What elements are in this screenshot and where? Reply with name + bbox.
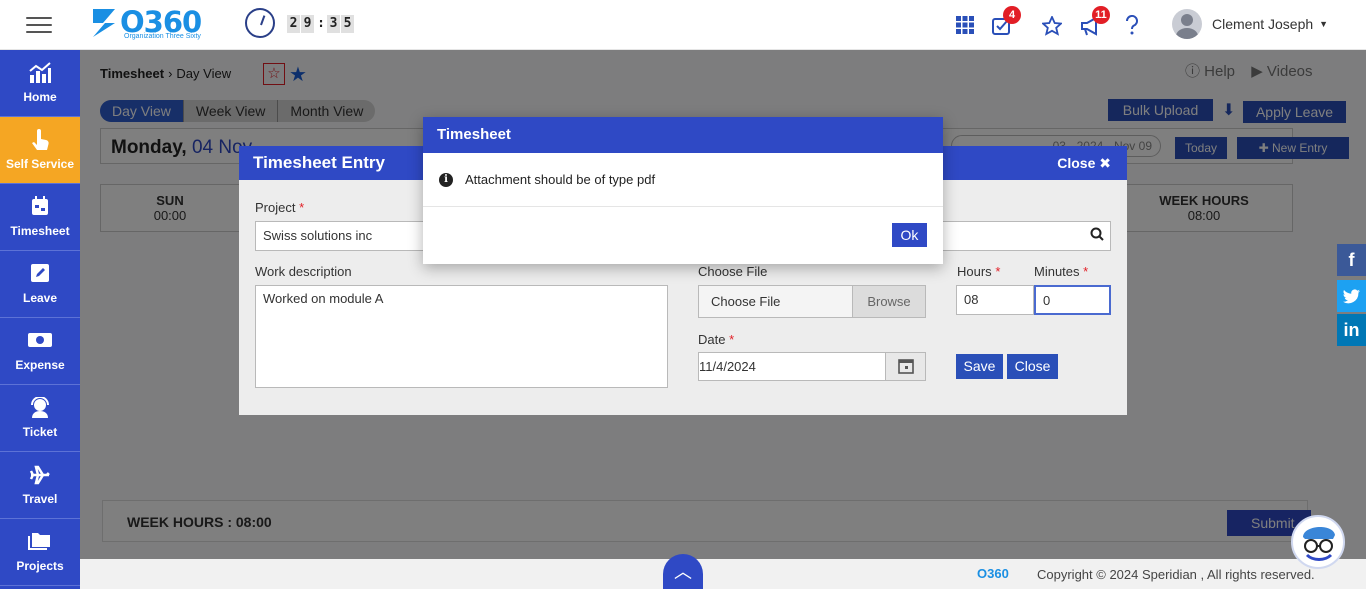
sidebar-item-label: Timesheet: [10, 224, 70, 238]
timer-separator: :: [317, 16, 325, 31]
date-value: 11/4/2024: [699, 359, 756, 374]
favorites-star-icon[interactable]: [1040, 14, 1064, 36]
scroll-up-button[interactable]: ︿: [663, 554, 703, 589]
timer-digit: 9: [301, 15, 314, 33]
minutes-input[interactable]: 0: [1034, 285, 1111, 315]
airplane-icon: [29, 464, 51, 490]
user-menu[interactable]: Clement Joseph ▼: [1172, 9, 1328, 39]
session-timer: 2 9 : 3 5: [287, 15, 355, 33]
money-icon: [27, 330, 53, 356]
sidebar-item-label: Self Service: [5, 157, 75, 171]
timer-digit: 3: [327, 15, 340, 33]
chatbot-avatar-icon[interactable]: [1291, 515, 1345, 569]
project-search-field[interactable]: [939, 221, 1111, 251]
user-name: Clement Joseph: [1212, 16, 1314, 32]
alert-dialog-body: i Attachment should be of type pdf: [423, 153, 943, 207]
app-logo[interactable]: O360 Organization Three Sixty: [90, 7, 202, 43]
twitter-icon[interactable]: [1337, 280, 1366, 312]
sidebar-item-leave[interactable]: Leave: [0, 251, 80, 318]
info-icon: i: [439, 172, 453, 187]
alert-dialog: Timesheet i Attachment should be of type…: [423, 117, 943, 264]
linkedin-icon[interactable]: in: [1337, 314, 1366, 346]
clock-icon: [245, 8, 275, 38]
timer-digit: 2: [287, 15, 300, 33]
folders-icon: [28, 531, 52, 557]
work-description-label: Work description: [255, 264, 352, 279]
work-description-textarea[interactable]: Worked on module A: [255, 285, 668, 388]
sidebar-item-label: Ticket: [22, 425, 58, 439]
tasks-badge: 4: [1003, 6, 1021, 24]
sidebar-item-expense[interactable]: Expense: [0, 318, 80, 385]
choose-file-label: Choose File: [698, 264, 768, 279]
sidebar-item-timesheet[interactable]: Timesheet: [0, 184, 80, 251]
project-label: Project *: [255, 200, 305, 215]
alert-message: Attachment should be of type pdf: [465, 172, 656, 187]
date-field[interactable]: 11/4/2024: [698, 352, 926, 381]
hours-label: Hours *: [957, 264, 1001, 279]
sidebar-item-label: Projects: [16, 559, 64, 573]
hamburger-menu-icon[interactable]: [26, 17, 52, 33]
logo-subtitle: Organization Three Sixty: [124, 33, 201, 40]
tasks-icon[interactable]: 4: [991, 6, 1021, 36]
apps-grid-icon[interactable]: [954, 14, 976, 36]
edit-icon: [30, 263, 50, 289]
caret-down-icon: ▼: [1319, 19, 1329, 29]
calendar-icon[interactable]: [885, 353, 925, 380]
ok-button[interactable]: Ok: [892, 223, 927, 247]
logo-mark-icon: [90, 7, 118, 39]
file-input[interactable]: Choose File Browse: [698, 285, 926, 318]
search-icon[interactable]: [1090, 227, 1104, 244]
sidebar-item-travel[interactable]: Travel: [0, 452, 80, 519]
minutes-label: Minutes *: [1034, 264, 1089, 279]
calendar-icon: [30, 196, 50, 222]
headset-icon: [29, 396, 51, 423]
avatar: [1172, 9, 1202, 39]
sidebar-item-self-service[interactable]: Self Service: [0, 117, 80, 184]
page-footer: O360 Copyright © 2024 Speridian , All ri…: [80, 559, 1366, 589]
announcements-icon[interactable]: 11: [1080, 6, 1110, 36]
save-button[interactable]: Save: [956, 354, 1003, 379]
close-button[interactable]: Close: [1007, 354, 1058, 379]
top-bar: O360 Organization Three Sixty 2 9 : 3 5 …: [0, 0, 1366, 50]
sidebar-item-ticket[interactable]: Ticket: [0, 385, 80, 452]
help-question-icon[interactable]: [1121, 14, 1143, 36]
timesheet-entry-close[interactable]: Close ✖: [1057, 146, 1111, 180]
hand-pointer-icon: [30, 129, 50, 155]
alert-dialog-title: Timesheet: [423, 117, 943, 153]
date-label: Date *: [698, 332, 735, 347]
sidebar-item-label: Home: [23, 90, 57, 104]
announcements-badge: 11: [1092, 6, 1110, 24]
sidebar-item-home[interactable]: Home: [0, 50, 80, 117]
browse-button[interactable]: Browse: [852, 286, 925, 317]
sidebar-item-label: Expense: [15, 358, 65, 372]
close-label: Close: [1057, 155, 1096, 171]
chart-icon: [28, 62, 52, 88]
choose-file-button-label: Choose File: [711, 294, 781, 309]
copyright-text: Copyright © 2024 Speridian , All rights …: [1037, 567, 1315, 582]
timer-digit: 5: [341, 15, 354, 33]
sidebar: Home Self Service Timesheet Leave Expens…: [0, 50, 80, 589]
timesheet-entry-title: Timesheet Entry: [253, 153, 385, 172]
sidebar-item-projects[interactable]: Projects: [0, 519, 80, 586]
sidebar-item-label: Travel: [22, 492, 58, 506]
facebook-icon[interactable]: f: [1337, 244, 1366, 276]
hours-input[interactable]: 08: [956, 285, 1034, 315]
sidebar-item-label: Leave: [22, 291, 58, 305]
footer-logo: O360: [977, 566, 1009, 581]
